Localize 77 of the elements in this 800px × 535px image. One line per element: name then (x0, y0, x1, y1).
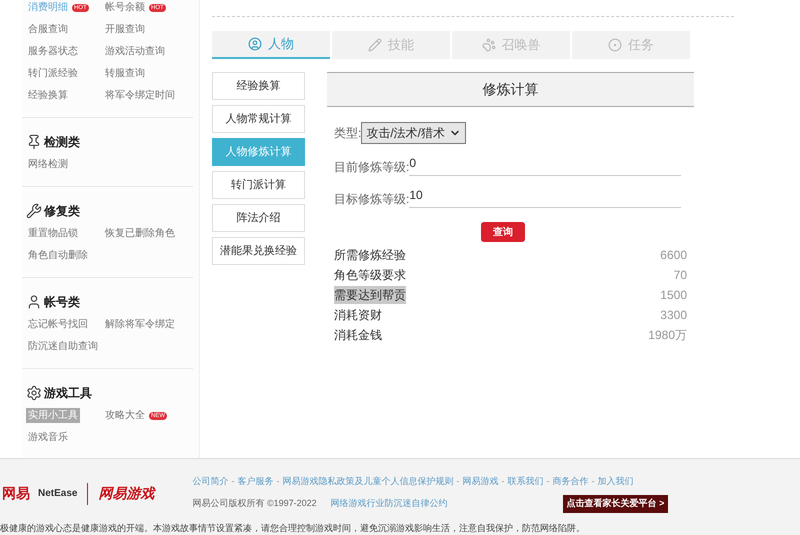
query-button[interactable]: 查询 (481, 222, 525, 242)
sidebar-link[interactable]: 服务器状态 (26, 44, 80, 59)
footer-link[interactable]: 商务合作 (552, 475, 588, 488)
separator: - (591, 475, 594, 488)
subnav-item[interactable]: 阵法介绍 (212, 204, 305, 232)
sidebar-link[interactable]: 攻略大全 (103, 408, 147, 423)
result-value: 3300 (660, 307, 687, 324)
result-value: 1980万 (648, 327, 687, 344)
copyright-text: 网易公司版权所有 ©1997-2022 (192, 496, 317, 510)
footer-link[interactable]: 公司简介 (192, 475, 228, 488)
sidebar-link[interactable]: 实用小工具 (26, 408, 80, 423)
circle-icon (608, 38, 622, 52)
input-field[interactable]: 0 (409, 154, 682, 176)
footer-link[interactable]: 联系我们 (507, 475, 544, 488)
subnav-item[interactable]: 经验换算 (212, 72, 305, 100)
sidebar-link[interactable]: 转门派经验 (26, 66, 80, 81)
sidebar-link[interactable]: 网络检测 (26, 157, 70, 172)
subnav-item[interactable]: 人物修炼计算 (212, 138, 305, 166)
sidebar-link[interactable]: 经验换算 (26, 88, 70, 103)
separator: - (501, 475, 504, 488)
sidebar-link[interactable]: 忘记帐号找回 (26, 317, 90, 332)
field-label: 目标修炼等级: (334, 191, 410, 208)
tab[interactable]: 人物 (212, 31, 330, 59)
sidebar-link[interactable]: 游戏活动查询 (103, 44, 167, 59)
sidebar-link[interactable]: 恢复已删除角色 (103, 226, 177, 241)
logo-text: 网易游戏 (98, 484, 154, 504)
result-label: 所需修炼经验 (334, 247, 406, 264)
sidebar-link[interactable]: 防沉迷自助查询 (26, 339, 100, 354)
subnav-item[interactable]: 转门派计算 (212, 171, 305, 199)
settings-icon (26, 385, 42, 401)
sidebar-link[interactable]: 角色自动删除 (26, 248, 90, 263)
person-circle-icon (248, 37, 262, 51)
wrench-icon (26, 203, 42, 219)
subnav-item[interactable]: 潜能果兑换经验 (212, 237, 305, 265)
subnav-item[interactable]: 人物常规计算 (212, 105, 305, 133)
sidebar-link[interactable]: 游戏音乐 (26, 430, 70, 445)
result-value: 6600 (660, 247, 687, 264)
input-field[interactable]: 10 (409, 186, 682, 208)
footer-link[interactable]: 网络游戏行业防沉迷自律公约 (330, 496, 448, 510)
section-title: 游戏工具 (44, 385, 92, 402)
footer-link[interactable]: 客户服务 (237, 475, 274, 488)
sidebar-link[interactable]: 将军令绑定时间 (103, 88, 177, 103)
sidebar-link[interactable]: 转服查询 (103, 66, 147, 81)
footer-link[interactable]: 网易游戏 (462, 475, 498, 488)
paw-icon (482, 38, 496, 52)
sidebar-link[interactable]: 帐号余额 (103, 0, 147, 15)
separator: - (456, 475, 460, 488)
result-label: 消耗金钱 (334, 327, 382, 344)
section-title: 修复类 (44, 203, 80, 220)
result-label: 消耗资财 (334, 307, 382, 324)
pin-icon (26, 134, 42, 150)
separator: - (231, 475, 234, 488)
user-icon (26, 294, 42, 310)
sidebar-link[interactable]: 合服查询 (26, 22, 70, 37)
logo-text: 网易 (2, 484, 30, 504)
section-title: 帐号类 (44, 294, 80, 311)
result-value: 1500 (660, 287, 687, 304)
field-label: 类型: (334, 125, 362, 142)
footer-link[interactable]: 加入我们 (597, 475, 634, 488)
result-value: 70 (674, 267, 687, 284)
sidebar-link[interactable]: 消费明细 (26, 0, 70, 15)
notice-text: 极健康的游戏心态是健康游戏的开端。本游戏故事情节设置紧凑，请您合理控制游戏时间，避免沉溺游戏影响生活，注意自我保护，防范网络陷阱。 (0, 522, 586, 534)
sidebar-link[interactable]: 开服查询 (103, 22, 147, 37)
logo-text: NetEase (38, 487, 78, 502)
type-select[interactable]: 攻击/法术/猎术 (361, 122, 466, 144)
separator: - (276, 475, 280, 488)
footer-link[interactable]: 网易游戏隐私政策及儿童个人信息保护规则 (282, 475, 454, 488)
field-label: 目前修炼等级: (334, 159, 410, 176)
separator: - (546, 475, 550, 488)
section-title: 检测类 (44, 134, 80, 151)
panel-header: 修炼计算 (327, 72, 694, 107)
result-label: 角色等级要求 (334, 267, 406, 284)
parent-platform-button[interactable]: 点击查看家长关爱平台 > (562, 494, 668, 512)
sidebar-link[interactable]: 解除将军令绑定 (103, 317, 177, 332)
pencil-icon (368, 38, 382, 52)
sidebar-link[interactable]: 重置物品锁 (26, 226, 80, 241)
result-label: 需要达到帮贡 (334, 286, 406, 304)
